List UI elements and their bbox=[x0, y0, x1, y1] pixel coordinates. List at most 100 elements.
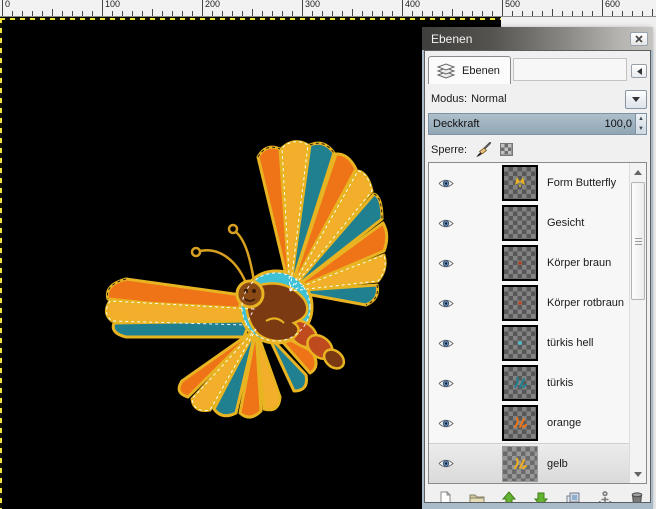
scrollbar-thumb[interactable] bbox=[631, 182, 645, 300]
mode-dropdown-button[interactable] bbox=[625, 90, 647, 109]
ruler-tick bbox=[212, 11, 213, 16]
layer-thumbnail bbox=[502, 325, 538, 361]
thumbnail-mark bbox=[510, 333, 530, 353]
ruler-tick bbox=[272, 11, 273, 16]
ruler-tick bbox=[332, 11, 333, 16]
new-layer-button[interactable] bbox=[435, 488, 454, 503]
layer-row-k-rper-braun[interactable]: Körper braun bbox=[429, 243, 629, 283]
ruler-tick bbox=[372, 11, 373, 16]
ruler-tick bbox=[122, 11, 123, 16]
horizontal-ruler[interactable]: 0100200300400500600 bbox=[0, 0, 656, 17]
tab-label: Ebenen bbox=[462, 65, 500, 77]
mode-value[interactable]: Normal bbox=[471, 93, 506, 105]
ruler-tick bbox=[292, 11, 293, 16]
ruler-tick bbox=[72, 11, 73, 16]
lower-layer-button[interactable] bbox=[531, 488, 550, 503]
layer-row-k-rper-rotbraun[interactable]: Körper rotbraun bbox=[429, 283, 629, 323]
visibility-toggle[interactable] bbox=[434, 338, 458, 349]
layer-row-orange[interactable]: orange bbox=[429, 403, 629, 443]
thumbnail-mark bbox=[510, 454, 530, 474]
visibility-toggle[interactable] bbox=[434, 218, 458, 229]
eye-icon bbox=[438, 298, 454, 309]
ruler-tick bbox=[642, 11, 643, 16]
ruler-tick bbox=[302, 0, 303, 16]
visibility-toggle[interactable] bbox=[434, 458, 458, 469]
scroll-up-icon bbox=[634, 170, 642, 175]
layer-row-form-butterfly[interactable]: Form Butterfly bbox=[429, 163, 629, 203]
lock-paint-icon[interactable] bbox=[475, 142, 492, 158]
dialog-title: Ebenen bbox=[431, 32, 630, 46]
ruler-label: 300 bbox=[305, 0, 320, 9]
thumbnail-mark bbox=[510, 373, 530, 393]
ruler-tick bbox=[652, 9, 653, 16]
ruler-tick bbox=[2, 0, 3, 16]
ruler-tick bbox=[232, 11, 233, 16]
ruler-tick bbox=[82, 11, 83, 16]
duplicate-layer-button[interactable] bbox=[564, 488, 583, 503]
ruler-tick bbox=[482, 11, 483, 16]
chevron-left-icon bbox=[636, 68, 643, 75]
delete-layer-button[interactable] bbox=[628, 488, 647, 503]
ruler-tick bbox=[312, 11, 313, 16]
spinner-down-icon[interactable]: ▼ bbox=[638, 126, 644, 132]
opacity-slider[interactable]: Deckkraft 100,0 ▲ ▼ bbox=[428, 113, 647, 135]
eye-icon bbox=[438, 258, 454, 269]
layer-row-gelb[interactable]: gelb bbox=[429, 443, 629, 483]
layer-list: Form Butterfly Gesicht Körper braun Körper … bbox=[428, 162, 647, 484]
spinner-up-icon[interactable]: ▲ bbox=[638, 116, 644, 122]
new-group-button[interactable] bbox=[467, 488, 486, 503]
visibility-toggle[interactable] bbox=[434, 418, 458, 429]
ruler-tick bbox=[342, 11, 343, 16]
layer-row-gesicht[interactable]: Gesicht bbox=[429, 203, 629, 243]
opacity-spinner[interactable]: ▲ ▼ bbox=[635, 114, 646, 134]
visibility-toggle[interactable] bbox=[434, 298, 458, 309]
anchor-layer-button[interactable] bbox=[596, 488, 615, 503]
lock-label: Sperre: bbox=[431, 144, 467, 156]
ruler-label: 100 bbox=[105, 0, 120, 9]
close-button[interactable] bbox=[630, 32, 648, 46]
ruler-tick bbox=[262, 11, 263, 16]
ruler-tick bbox=[162, 11, 163, 16]
layer-name: Körper braun bbox=[547, 257, 611, 269]
ruler-label: 400 bbox=[405, 0, 420, 9]
dialog-titlebar[interactable]: Ebenen bbox=[422, 27, 653, 50]
lock-alpha-icon[interactable] bbox=[500, 143, 513, 156]
ruler-tick bbox=[322, 11, 323, 16]
visibility-toggle[interactable] bbox=[434, 178, 458, 189]
ruler-tick bbox=[12, 11, 13, 16]
layer-row-t-rkis-hell[interactable]: türkis hell bbox=[429, 323, 629, 363]
visibility-toggle[interactable] bbox=[434, 378, 458, 389]
layer-thumbnail bbox=[502, 365, 538, 401]
layers-dialog: Ebenen Ebenen bbox=[422, 27, 653, 509]
eye-icon bbox=[438, 458, 454, 469]
layer-name: orange bbox=[547, 417, 581, 429]
ruler-tick bbox=[532, 11, 533, 16]
layer-row-t-rkis[interactable]: türkis bbox=[429, 363, 629, 403]
mode-row: Modus: Normal bbox=[428, 89, 647, 109]
tab-ebenen[interactable]: Ebenen bbox=[428, 56, 511, 84]
visibility-toggle[interactable] bbox=[434, 258, 458, 269]
chevron-down-icon bbox=[632, 97, 640, 102]
raise-layer-button[interactable] bbox=[499, 488, 518, 503]
layer-name: Gesicht bbox=[547, 217, 584, 229]
thumbnail-mark bbox=[510, 293, 530, 313]
eye-icon bbox=[438, 218, 454, 229]
mode-label: Modus: bbox=[431, 93, 467, 105]
ruler-tick bbox=[52, 9, 53, 16]
ruler-tick bbox=[582, 11, 583, 16]
layer-thumbnail bbox=[502, 405, 538, 441]
eye-icon bbox=[438, 338, 454, 349]
ruler-tick bbox=[42, 11, 43, 16]
layer-thumbnail bbox=[502, 446, 538, 482]
ruler-tick bbox=[92, 11, 93, 16]
close-icon bbox=[635, 35, 643, 43]
scroll-down-button[interactable] bbox=[630, 466, 646, 482]
ruler-tick bbox=[632, 11, 633, 16]
ruler-tick bbox=[562, 11, 563, 16]
tab-menu-button[interactable] bbox=[631, 64, 647, 78]
butterfly-artwork bbox=[98, 139, 394, 439]
scroll-up-button[interactable] bbox=[630, 164, 646, 180]
layer-list-scrollbar[interactable] bbox=[629, 163, 646, 483]
ruler-tick bbox=[32, 11, 33, 16]
ruler-tick bbox=[612, 11, 613, 16]
